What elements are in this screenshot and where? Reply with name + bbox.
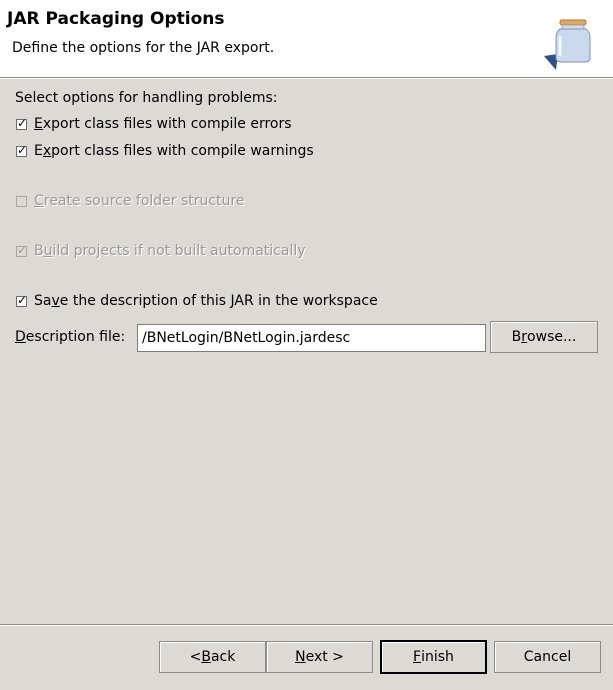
section-label: Select options for handling problems:	[15, 90, 278, 106]
checkbox-box[interactable]: ✓	[16, 292, 28, 307]
jar-icon	[544, 19, 591, 70]
finish-button[interactable]: Finish	[380, 640, 487, 674]
check-mark-icon: ✓	[17, 142, 28, 157]
export-warnings-checkbox[interactable]: ✓ Export class files with compile warnin…	[16, 141, 314, 161]
checkbox-box: ✓	[16, 242, 28, 257]
description-file-input[interactable]: /BNetLogin/BNetLogin.jardesc	[137, 324, 486, 352]
description-file-label: Description file:	[15, 329, 126, 345]
wizard-header: JAR Packaging Options Define the options…	[0, 0, 613, 77]
checkbox-box[interactable]: ✓	[16, 142, 28, 157]
create-source-label: Create source folder structure	[34, 193, 245, 209]
build-projects-label: Build projects if not built automaticall…	[34, 243, 306, 259]
checkbox-box	[16, 195, 27, 207]
save-description-checkbox[interactable]: ✓ Save the description of this JAR in th…	[16, 291, 378, 311]
page-title: JAR Packaging Options	[7, 9, 225, 29]
cancel-button[interactable]: Cancel	[494, 641, 601, 673]
build-projects-checkbox: ✓ Build projects if not built automatica…	[16, 241, 306, 261]
next-button[interactable]: Next >	[266, 641, 373, 673]
export-errors-checkbox[interactable]: ✓ Export class files with compile errors	[16, 114, 292, 134]
checkbox-box[interactable]: ✓	[16, 115, 28, 130]
save-description-label: Save the description of this JAR in the …	[34, 293, 378, 309]
create-source-checkbox: Create source folder structure	[16, 191, 245, 211]
check-mark-icon: ✓	[17, 115, 28, 130]
check-mark-icon: ✓	[17, 292, 28, 307]
export-errors-label: Export class files with compile errors	[34, 116, 292, 132]
back-button[interactable]: < Back	[159, 641, 266, 673]
export-warnings-label: Export class files with compile warnings	[34, 143, 314, 159]
browse-button[interactable]: Br owse...	[490, 321, 598, 353]
page-description: Define the options for the JAR export.	[12, 40, 275, 56]
check-mark-icon: ✓	[17, 242, 28, 257]
